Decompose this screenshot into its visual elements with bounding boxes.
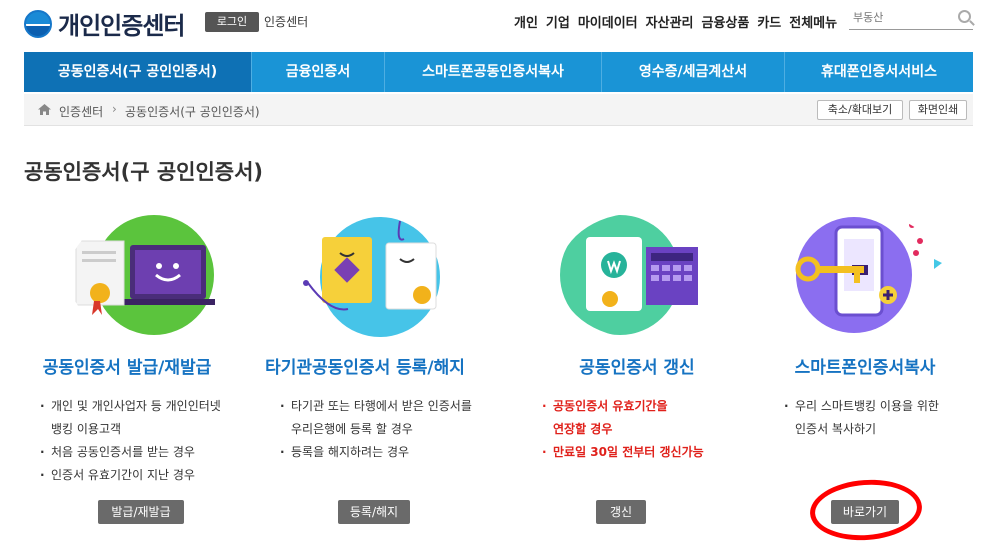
tab-joint-certificate[interactable]: 공동인증서(구 공인인증서) [24, 52, 252, 92]
top-nav-assets[interactable]: 자산관리 [646, 12, 694, 31]
top-nav-mydata[interactable]: 마이데이터 [578, 12, 638, 31]
renew-button[interactable]: 갱신 [596, 500, 646, 524]
tab-financial-certificate[interactable]: 금융인증서 [252, 52, 385, 92]
desc-line: 인증서 복사하기 [795, 422, 877, 436]
bank-logo-icon [24, 9, 52, 38]
desc-line: 우리 스마트뱅킹 이용을 위한 [784, 395, 988, 418]
center-label: 인증센터 [264, 15, 309, 29]
card-description: 타기관 또는 타행에서 받은 인증서를 우리은행에 등록 할 경우 등록을 해지… [280, 395, 500, 464]
card-title: 스마트폰인증서복사 [794, 358, 936, 378]
certificate-exchange-icon [303, 217, 440, 337]
breadcrumb-separator: › [112, 102, 117, 116]
breadcrumb-item-current: 공동인증서(구 공인인증서) [125, 105, 260, 119]
top-nav-all-menu[interactable]: 전체메뉴 [789, 12, 837, 31]
top-nav-personal[interactable]: 개인 [514, 12, 538, 31]
home-icon[interactable] [38, 104, 51, 115]
tab-mobile-certificate[interactable]: 휴대폰인증서서비스 [785, 52, 973, 92]
desc-line: 우리은행에 등록 할 경우 [291, 422, 413, 436]
certificate-laptop-icon [75, 215, 215, 335]
register-button[interactable]: 등록/해지 [338, 500, 410, 524]
tab-receipt-invoice[interactable]: 영수증/세금계산서 [602, 52, 785, 92]
top-nav-card[interactable]: 카드 [757, 12, 781, 31]
logo-text: 개인인증센터 [58, 12, 185, 40]
tab-smartphone-copy[interactable]: 스마트폰공동인증서복사 [385, 52, 602, 92]
desc-line: 뱅킹 이용고객 [51, 422, 122, 436]
certificate-calendar-icon [560, 215, 698, 335]
desc-line: 공동인증서 유효기간을 [542, 395, 762, 418]
top-nav: 개인 기업 마이데이터 자산관리 금융상품 카드 전체메뉴 [514, 12, 837, 31]
card-title: 공동인증서 갱신 [579, 358, 695, 378]
search-box [849, 6, 973, 30]
card-description: 개인 및 개인사업자 등 개인인터넷 뱅킹 이용고객 처음 공동인증서를 받는 … [40, 395, 260, 487]
card-description: 공동인증서 유효기간을 연장할 경우 만료일 30일 전부터 갱신가능 [542, 395, 762, 464]
desc-line: 개인 및 개인사업자 등 개인인터넷 [40, 395, 260, 418]
search-input[interactable] [849, 6, 949, 29]
page-title: 공동인증서(구 공인인증서) [24, 160, 264, 184]
top-nav-products[interactable]: 금융상품 [702, 12, 750, 31]
login-button[interactable]: 로그인 [205, 12, 259, 32]
breadcrumb-item-center[interactable]: 인증센터 [59, 103, 103, 120]
breadcrumb: 인증센터 › 공동인증서(구 공인인증서) 축소/확대보기 화면인쇄 [24, 94, 973, 126]
desc-line: 인증서 유효기간이 지난 경우 [40, 464, 260, 487]
smartphone-key-icon [795, 217, 942, 333]
desc-line: 처음 공동인증서를 받는 경우 [40, 441, 260, 464]
logo[interactable]: 개인인증센터 [24, 6, 185, 41]
print-button[interactable]: 화면인쇄 [909, 100, 967, 120]
top-nav-business[interactable]: 기업 [546, 12, 570, 31]
search-icon[interactable] [958, 10, 971, 23]
main-menu: 공동인증서(구 공인인증서) 금융인증서 스마트폰공동인증서복사 영수증/세금계… [24, 52, 973, 92]
card-title: 공동인증서 발급/재발급 [42, 358, 212, 378]
card-title: 타기관공동인증서 등록/해지 [265, 358, 465, 378]
card-description: 우리 스마트뱅킹 이용을 위한 인증서 복사하기 [784, 395, 988, 441]
desc-line: 타기관 또는 타행에서 받은 인증서를 [280, 395, 500, 418]
desc-line: 만료일 30일 전부터 갱신가능 [542, 441, 762, 464]
desc-line: 연장할 경우 [553, 422, 613, 436]
issue-button[interactable]: 발급/재발급 [98, 500, 184, 524]
desc-line: 등록을 해지하려는 경우 [280, 441, 500, 464]
annotation-circle [808, 476, 924, 544]
zoom-button[interactable]: 축소/확대보기 [817, 100, 903, 120]
